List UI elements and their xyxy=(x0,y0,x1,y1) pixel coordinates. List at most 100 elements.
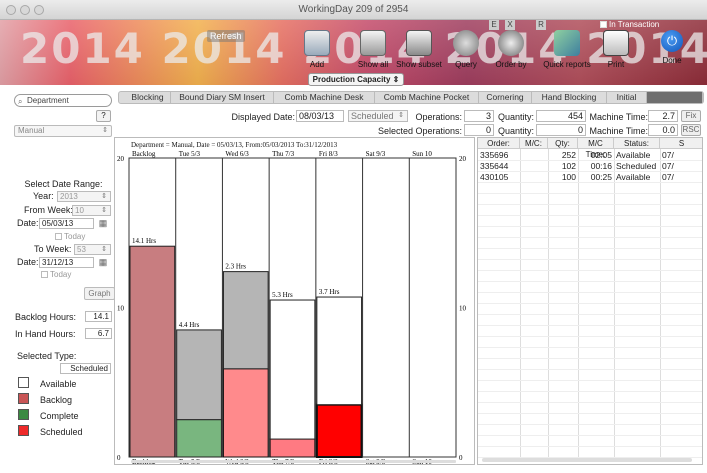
done-button[interactable]: ⏻ Done xyxy=(643,28,701,78)
backlog-hours-field[interactable]: 14.1 xyxy=(85,311,112,322)
tab-cornering[interactable]: Cornering xyxy=(479,92,532,103)
fix-button[interactable]: Fix xyxy=(681,110,701,122)
refresh-button[interactable]: Refresh xyxy=(207,30,245,42)
table-cell[interactable]: Scheduled xyxy=(616,161,658,172)
row-divider xyxy=(478,380,702,381)
in-transaction-checkbox[interactable] xyxy=(600,21,607,28)
chart-scrollbar[interactable] xyxy=(131,460,456,463)
to-date-field[interactable]: 31/12/13 xyxy=(39,257,94,268)
bar-hours-label: 14.1 Hrs xyxy=(132,237,156,245)
from-date-label: Date: xyxy=(17,218,39,228)
table-cell[interactable]: 335644 xyxy=(480,161,518,172)
from-today-box[interactable] xyxy=(55,233,62,240)
quantity-field[interactable]: 454 xyxy=(536,110,586,122)
table-cell[interactable]: 335696 xyxy=(480,150,518,161)
row-divider xyxy=(478,248,702,249)
status-type-select[interactable]: Scheduled ⇕ xyxy=(348,110,408,122)
tab-hand-blocking[interactable]: Hand Blocking xyxy=(532,92,607,103)
order-by-icon xyxy=(498,30,524,56)
mode-select[interactable]: Manual ⇕ xyxy=(14,125,112,137)
table-cell[interactable]: 100 xyxy=(550,172,576,183)
table-cell[interactable] xyxy=(522,172,546,183)
tab-manual[interactable] xyxy=(647,92,703,103)
row-divider xyxy=(478,281,702,282)
column-divider xyxy=(578,149,579,461)
year-value: 2013 xyxy=(60,192,78,201)
column-header[interactable]: M/C Time: xyxy=(578,138,614,159)
help-button[interactable]: ? xyxy=(96,110,111,122)
column-header[interactable]: Status: xyxy=(614,138,660,149)
machine-time-field[interactable]: 2.7 xyxy=(648,110,678,122)
column-divider xyxy=(660,149,661,461)
chevron-updown-icon: ⇕ xyxy=(101,193,107,200)
operations-field[interactable]: 3 xyxy=(464,110,494,122)
done-label: Done xyxy=(662,56,682,65)
bar-capacity xyxy=(176,329,222,421)
table-cell[interactable]: 00:16 xyxy=(580,161,612,172)
table-cell[interactable]: 00:25 xyxy=(580,172,612,183)
table-cell[interactable]: 102 xyxy=(550,161,576,172)
capacity-chart: Department = Manual, Date = 05/03/13, Fr… xyxy=(114,137,475,465)
table-cell[interactable]: 02:05 xyxy=(580,150,612,161)
mode-value: Manual xyxy=(18,126,45,135)
x-tick-top: Wed 6/3 xyxy=(225,150,249,158)
from-week-select[interactable]: 10 ⇕ xyxy=(72,205,111,216)
bar-capacity xyxy=(316,296,363,406)
legend-label-backlog: Backlog xyxy=(40,395,73,405)
table-cell[interactable] xyxy=(522,161,546,172)
table-cell[interactable]: 07/ xyxy=(662,150,702,161)
calendar-icon[interactable]: ▦ xyxy=(98,218,108,228)
year-select[interactable]: 2013 ⇕ xyxy=(57,191,111,202)
column-divider xyxy=(548,149,549,461)
to-today-box[interactable] xyxy=(41,271,48,278)
table-cell[interactable]: Available xyxy=(616,172,658,183)
graph-button[interactable]: Graph xyxy=(84,287,115,300)
table-cell[interactable]: 430105 xyxy=(480,172,518,183)
show-all-icon xyxy=(360,30,386,56)
to-week-label: To Week: xyxy=(34,244,72,254)
selected-operations-field[interactable]: 0 xyxy=(464,124,494,136)
table-cell[interactable]: 07/ xyxy=(662,172,702,183)
department-search-input[interactable]: ⌕ Department xyxy=(14,94,112,107)
tab-bound-diary[interactable]: Bound Diary SM Insert xyxy=(171,92,274,103)
from-today-checkbox[interactable]: Today xyxy=(55,232,85,241)
table-cell[interactable] xyxy=(522,150,546,161)
tab-comb-machine-desk[interactable]: Comb Machine Desk xyxy=(274,92,375,103)
table-scrollbar[interactable] xyxy=(482,458,692,462)
y-tick-left: 10 xyxy=(117,305,125,313)
bar-hours-label: 5.3 Hrs xyxy=(272,291,293,299)
to-today-checkbox[interactable]: Today xyxy=(41,270,71,279)
printer-icon xyxy=(603,30,629,56)
tab-initial[interactable]: Initial xyxy=(607,92,647,103)
selected-type-field[interactable]: Scheduled xyxy=(60,363,111,374)
from-date-field[interactable]: 05/03/13 xyxy=(39,218,94,229)
in-hand-hours-field[interactable]: 6.7 xyxy=(85,328,112,339)
calendar-icon[interactable]: ▦ xyxy=(98,257,108,267)
tab-comb-machine-pocket[interactable]: Comb Machine Pocket xyxy=(375,92,479,103)
row-divider xyxy=(478,336,702,337)
order-by-button[interactable]: Order by xyxy=(482,28,540,78)
column-header[interactable]: S xyxy=(660,138,702,149)
column-header[interactable]: Order: xyxy=(478,138,520,149)
to-week-select[interactable]: 53 ⇕ xyxy=(74,244,111,255)
selected-type-label: Selected Type: xyxy=(17,351,77,361)
selected-quantity-field[interactable]: 0 xyxy=(536,124,586,136)
print-button[interactable]: Print xyxy=(587,28,645,78)
table-cell[interactable]: 252 xyxy=(550,150,576,161)
table-cell[interactable]: Available xyxy=(616,150,658,161)
selected-machine-time-field[interactable]: 0.0 xyxy=(648,124,678,136)
displayed-date-field[interactable]: 08/03/13 xyxy=(296,110,344,122)
production-capacity-select[interactable]: Production Capacity ⇕ xyxy=(308,73,404,86)
legend-label-scheduled: Scheduled xyxy=(40,427,83,437)
rsc-button[interactable]: RSC xyxy=(681,124,701,136)
column-header[interactable]: M/C: xyxy=(520,138,548,149)
column-header[interactable]: Qty: xyxy=(548,138,578,149)
query-icon xyxy=(453,30,479,56)
tab-blocking[interactable]: Blocking xyxy=(125,92,171,103)
row-divider xyxy=(478,292,702,293)
add-button[interactable]: Add xyxy=(288,28,346,78)
x-tick-top: Sun 10 xyxy=(412,150,432,158)
bar-backlog xyxy=(129,245,176,458)
table-cell[interactable]: 07/ xyxy=(662,161,702,172)
capacity-chart-svg: Department = Manual, Date = 05/03/13, Fr… xyxy=(117,141,467,464)
